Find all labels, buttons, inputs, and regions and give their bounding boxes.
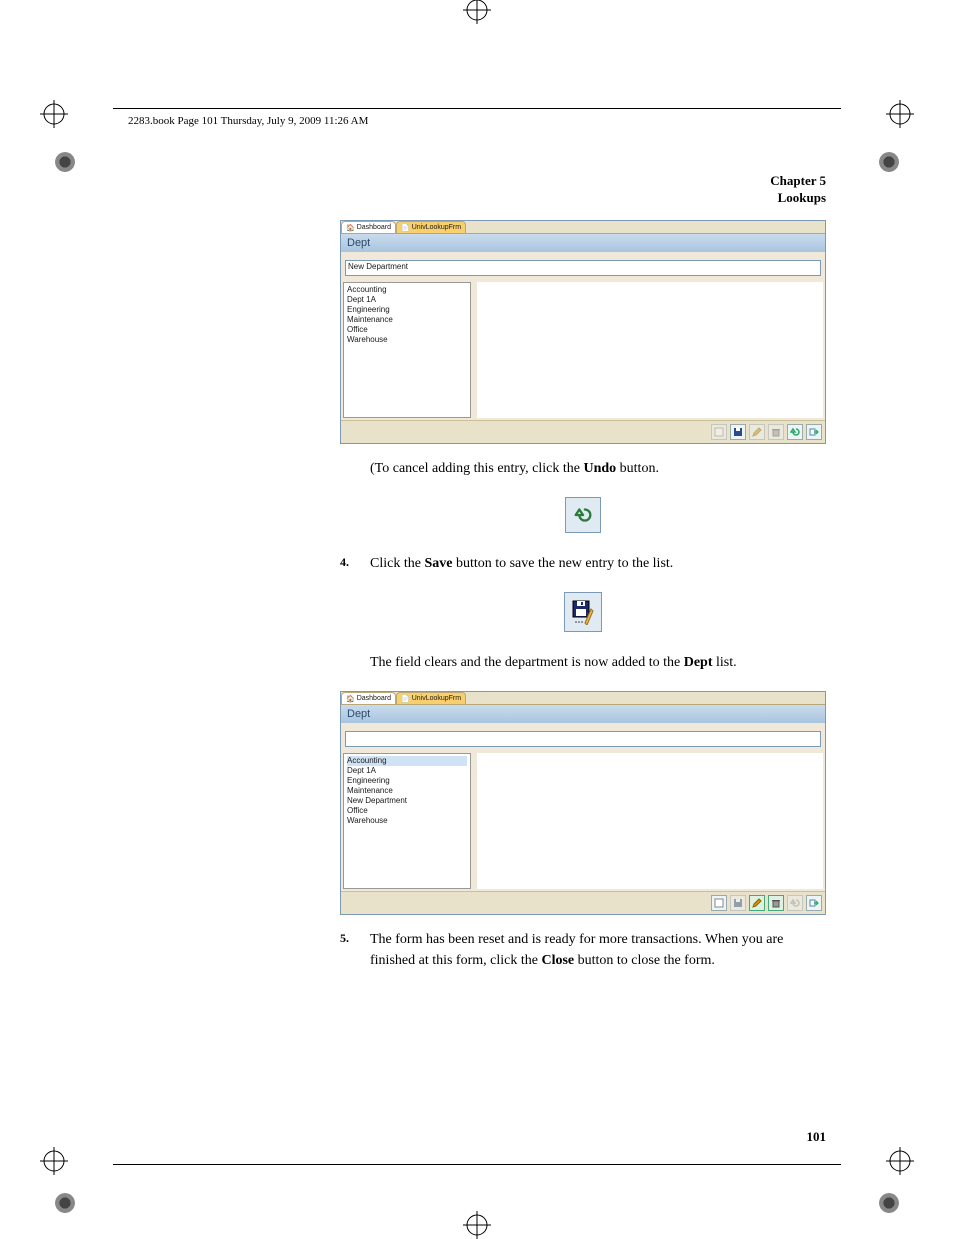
registration-dot-icon xyxy=(55,1193,75,1213)
list-item[interactable]: Warehouse xyxy=(347,816,467,826)
form-title: Dept xyxy=(341,705,825,723)
registration-mark-icon xyxy=(40,100,68,128)
close-button[interactable] xyxy=(806,895,822,911)
delete-button[interactable] xyxy=(768,424,784,440)
tab-univlookupfrm[interactable]: 📄 UnivLookupFrm xyxy=(396,221,466,233)
registration-dot-icon xyxy=(879,1193,899,1213)
list-item[interactable]: Engineering xyxy=(347,305,467,315)
bottom-crop-rule xyxy=(113,1164,841,1165)
close-button[interactable] xyxy=(806,424,822,440)
home-icon: 🏠 xyxy=(346,224,355,232)
step-number: 4. xyxy=(340,553,370,574)
list-item[interactable]: Maintenance xyxy=(347,786,467,796)
tab-univlookupfrm[interactable]: 📄 UnivLookupFrm xyxy=(396,692,466,704)
undo-button[interactable] xyxy=(787,424,803,440)
list-item[interactable]: Office xyxy=(347,325,467,335)
list-item[interactable]: New Department xyxy=(347,796,467,806)
form-toolbar xyxy=(341,891,825,914)
edit-button[interactable] xyxy=(749,424,765,440)
tab-label: Dashboard xyxy=(357,224,391,231)
step-5: 5. The form has been reset and is ready … xyxy=(340,929,826,971)
tab-dashboard[interactable]: 🏠 Dashboard xyxy=(341,221,396,233)
page-number: 101 xyxy=(807,1129,827,1145)
registration-mark-icon xyxy=(463,0,491,24)
list-item[interactable]: Warehouse xyxy=(347,335,467,345)
list-item[interactable]: Engineering xyxy=(347,776,467,786)
new-button[interactable] xyxy=(711,895,727,911)
form-icon: 📄 xyxy=(401,695,410,703)
registration-mark-icon xyxy=(886,100,914,128)
dept-list[interactable]: Accounting Dept 1A Engineering Maintenan… xyxy=(343,753,471,889)
home-icon: 🏠 xyxy=(346,695,355,703)
top-crop-rule xyxy=(113,108,841,109)
form-icon: 📄 xyxy=(401,224,410,232)
save-button[interactable] xyxy=(730,424,746,440)
form-title: Dept xyxy=(341,234,825,252)
dept-name-input[interactable]: New Department xyxy=(345,260,821,276)
step-4: 4. Click the Save button to save the new… xyxy=(340,553,826,574)
registration-mark-icon xyxy=(40,1147,68,1175)
page-content: 🏠 Dashboard 📄 UnivLookupFrm Dept New Dep… xyxy=(340,220,826,989)
delete-button[interactable] xyxy=(768,895,784,911)
undo-icon-illustration xyxy=(565,497,601,533)
list-item[interactable]: Dept 1A xyxy=(347,295,467,305)
chapter-header: Chapter 5 Lookups xyxy=(770,173,826,207)
tab-label: UnivLookupFrm xyxy=(412,224,461,231)
save-button[interactable] xyxy=(730,895,746,911)
step-number: 5. xyxy=(340,929,370,971)
paragraph-cancel: (To cancel adding this entry, click the … xyxy=(370,458,826,479)
new-button[interactable] xyxy=(711,424,727,440)
dept-list[interactable]: Accounting Dept 1A Engineering Maintenan… xyxy=(343,282,471,418)
screenshot-dept-form-1: 🏠 Dashboard 📄 UnivLookupFrm Dept New Dep… xyxy=(340,220,826,444)
running-head: 2283.book Page 101 Thursday, July 9, 200… xyxy=(128,115,368,127)
screenshot-dept-form-2: 🏠 Dashboard 📄 UnivLookupFrm Dept Account… xyxy=(340,691,826,915)
list-item[interactable]: Accounting xyxy=(347,285,467,295)
registration-dot-icon xyxy=(55,152,75,172)
list-item[interactable]: Office xyxy=(347,806,467,816)
chapter-number: Chapter 5 xyxy=(770,173,826,190)
paragraph-added: The field clears and the department is n… xyxy=(370,652,826,673)
chapter-title: Lookups xyxy=(770,190,826,207)
form-canvas xyxy=(477,282,823,418)
list-item[interactable]: Dept 1A xyxy=(347,766,467,776)
tab-dashboard[interactable]: 🏠 Dashboard xyxy=(341,692,396,704)
edit-button[interactable] xyxy=(749,895,765,911)
save-icon-illustration xyxy=(564,592,602,632)
form-canvas xyxy=(477,753,823,889)
tab-label: Dashboard xyxy=(357,695,391,702)
undo-button[interactable] xyxy=(787,895,803,911)
form-toolbar xyxy=(341,420,825,443)
registration-mark-icon xyxy=(886,1147,914,1175)
dept-name-input[interactable] xyxy=(345,731,821,747)
tab-label: UnivLookupFrm xyxy=(412,695,461,702)
registration-dot-icon xyxy=(879,152,899,172)
list-item[interactable]: Maintenance xyxy=(347,315,467,325)
list-item[interactable]: Accounting xyxy=(347,756,467,766)
